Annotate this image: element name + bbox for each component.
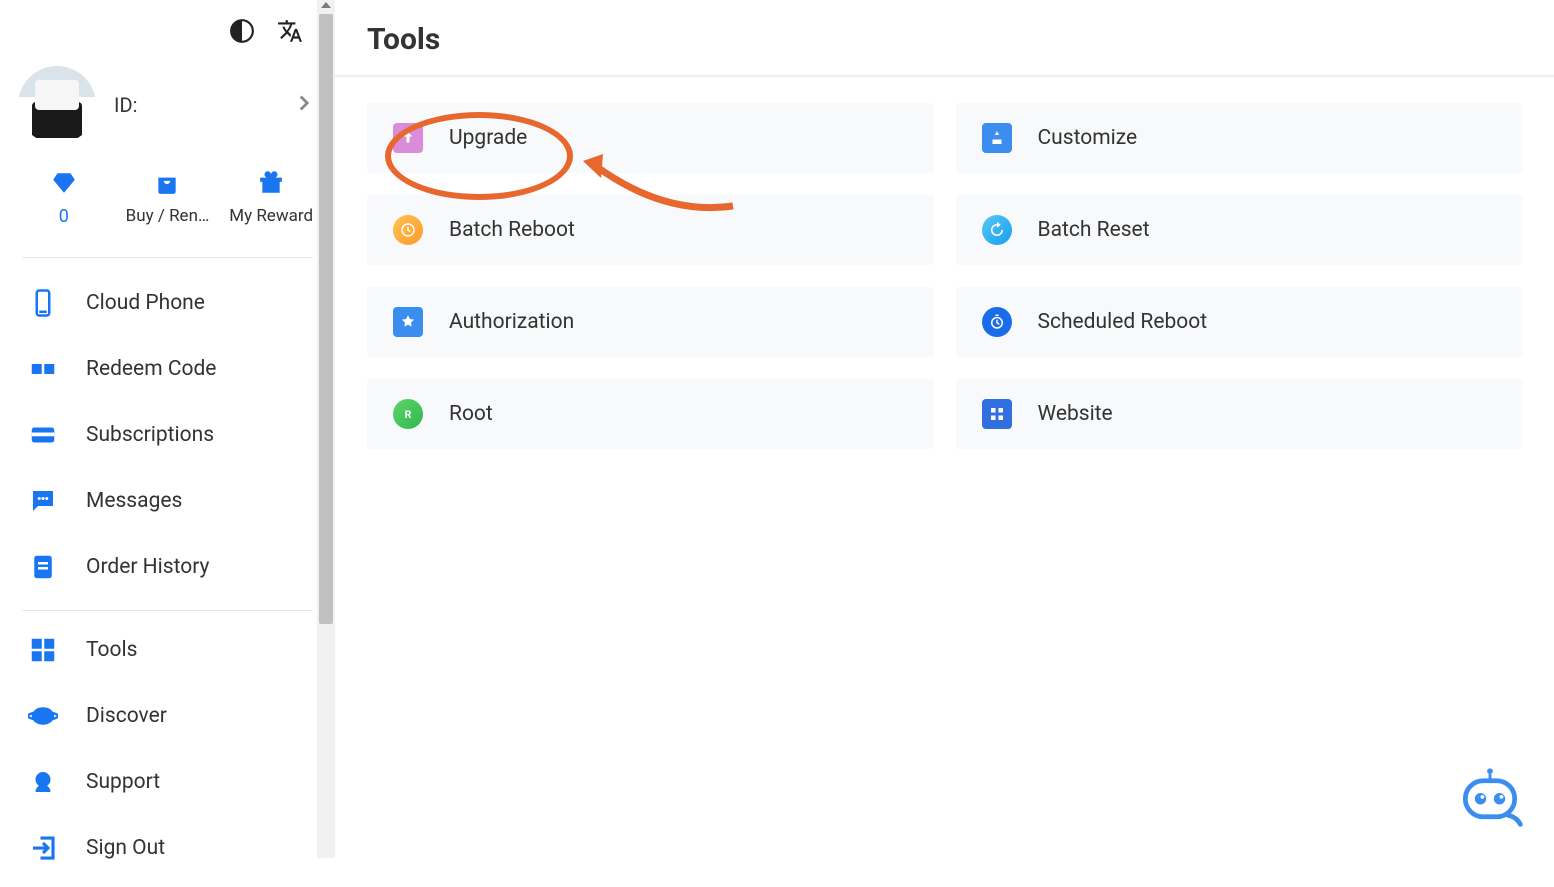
root-icon: R — [393, 399, 423, 429]
gems[interactable]: 0 — [13, 170, 116, 227]
tool-website[interactable]: Website — [956, 379, 1523, 449]
tool-upgrade[interactable]: Upgrade — [367, 103, 934, 173]
signout-icon — [28, 833, 58, 863]
divider — [22, 610, 313, 611]
sidebar-item-label: Messages — [86, 489, 182, 513]
quick-actions: 0 Buy / Ren… My Reward — [8, 162, 327, 247]
my-reward[interactable]: My Reward — [220, 170, 323, 227]
sidebar-item-messages[interactable]: Messages — [8, 468, 327, 534]
tool-label: Customize — [1038, 126, 1138, 150]
support-icon — [28, 767, 58, 797]
tool-batch-reboot[interactable]: Batch Reboot — [367, 195, 934, 265]
sidebar-item-label: Cloud Phone — [86, 291, 205, 315]
planet-icon — [28, 701, 58, 731]
tool-authorization[interactable]: Authorization — [367, 287, 934, 357]
sidebar-item-label: Discover — [86, 704, 167, 728]
star-badge-icon — [393, 307, 423, 337]
sidebar-item-sign-out[interactable]: Sign Out — [8, 815, 327, 881]
sidebar-item-label: Support — [86, 770, 160, 794]
tool-batch-reset[interactable]: Batch Reset — [956, 195, 1523, 265]
tool-scheduled-reboot[interactable]: Scheduled Reboot — [956, 287, 1523, 357]
sidebar-item-support[interactable]: Support — [8, 749, 327, 815]
tool-label: Scheduled Reboot — [1038, 310, 1208, 334]
buy-label: Buy / Ren… — [116, 206, 219, 226]
divider — [22, 257, 313, 258]
tool-label: Batch Reset — [1038, 218, 1150, 242]
sidebar-item-tools[interactable]: Tools — [8, 617, 327, 683]
sidebar-item-label: Order History — [86, 555, 209, 579]
timer-icon — [982, 307, 1012, 337]
scrollbar-thumb[interactable] — [319, 14, 333, 624]
gift-icon — [258, 170, 284, 196]
profile-id-label: ID: — [114, 93, 273, 117]
tool-label: Batch Reboot — [449, 218, 575, 242]
phone-icon — [28, 288, 58, 318]
tool-customize[interactable]: Customize — [956, 103, 1523, 173]
shopping-bag-icon — [154, 170, 180, 196]
sidebar-menu: Cloud Phone Redeem Code Subscriptions Me… — [8, 264, 327, 887]
scroll-up-icon — [321, 2, 331, 8]
buy-renew[interactable]: Buy / Ren… — [116, 170, 219, 227]
refresh-icon — [982, 215, 1012, 245]
sidebar-item-subscriptions[interactable]: Subscriptions — [8, 402, 327, 468]
tool-label: Upgrade — [449, 126, 527, 150]
chat-icon — [28, 486, 58, 516]
sidebar-item-label: Tools — [86, 638, 137, 662]
chatbot-button[interactable] — [1452, 756, 1528, 832]
tool-root[interactable]: R Root — [367, 379, 934, 449]
tool-label: Authorization — [449, 310, 574, 334]
gem-icon — [51, 170, 77, 196]
website-icon — [982, 399, 1012, 429]
tools-icon — [28, 635, 58, 665]
sidebar-item-label: Subscriptions — [86, 423, 214, 447]
sidebar: ID: 0 Buy / Ren… My Reward Clou — [0, 0, 335, 858]
upgrade-icon — [393, 123, 423, 153]
main-content: Tools Upgrade Customize — [335, 0, 1554, 858]
gem-value: 0 — [13, 206, 116, 227]
sidebar-item-label: Redeem Code — [86, 357, 216, 381]
sidebar-item-cloud-phone[interactable]: Cloud Phone — [8, 270, 327, 336]
customize-icon — [982, 123, 1012, 153]
tools-grid: Upgrade Customize Batch Reboot — [335, 77, 1554, 475]
sidebar-item-order-history[interactable]: Order History — [8, 534, 327, 600]
clipboard-icon — [28, 552, 58, 582]
chevron-right-icon — [291, 90, 317, 120]
theme-toggle-icon[interactable] — [229, 18, 255, 48]
tool-label: Website — [1038, 402, 1113, 426]
reward-label: My Reward — [220, 206, 323, 226]
profile-row[interactable]: ID: — [8, 60, 327, 162]
sidebar-item-redeem-code[interactable]: Redeem Code — [8, 336, 327, 402]
clock-icon — [393, 215, 423, 245]
tool-label: Root — [449, 402, 493, 426]
ticket-icon — [28, 354, 58, 384]
card-icon — [28, 420, 58, 450]
page-title: Tools — [335, 0, 1554, 75]
scrollbar-track[interactable] — [317, 0, 335, 858]
language-icon[interactable] — [277, 18, 303, 48]
avatar — [18, 66, 96, 144]
sidebar-item-discover[interactable]: Discover — [8, 683, 327, 749]
svg-text:R: R — [405, 408, 412, 421]
sidebar-item-label: Sign Out — [86, 836, 165, 860]
